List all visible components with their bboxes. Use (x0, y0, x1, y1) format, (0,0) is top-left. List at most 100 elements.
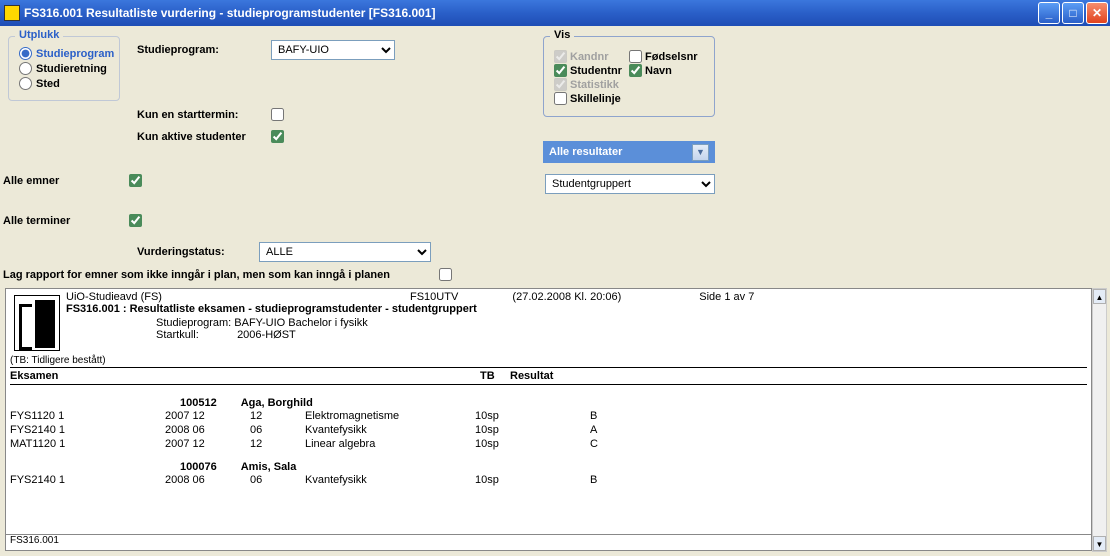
radio-studieretning[interactable]: Studieretning (19, 62, 109, 75)
col-resultat: Resultat (510, 370, 630, 382)
student2-name: Amis, Sala (241, 461, 297, 473)
radio-sted-label: Sted (36, 78, 60, 90)
report-sk-value: 2006-HØST (237, 329, 296, 341)
cell-mnd: 12 (250, 410, 305, 422)
radio-studieretning-input[interactable] (19, 62, 32, 75)
vis-legend: Vis (550, 29, 574, 41)
radio-studieprogram[interactable]: Studieprogram (19, 47, 109, 60)
cell-grade: B (590, 410, 630, 422)
cell-term: 2007 12 (165, 438, 250, 450)
student1-name: Aga, Borghild (241, 397, 313, 409)
cell-sp: 10sp (475, 410, 590, 422)
report-header: UiO-Studieavd (FS) FS10UTV (27.02.2008 K… (66, 289, 1091, 343)
app-icon (4, 5, 20, 21)
radio-sted[interactable]: Sted (19, 77, 109, 90)
fodselsnr-input[interactable] (629, 50, 642, 63)
cell-sp: 10sp (475, 474, 590, 486)
lag-rapport-label: Lag rapport for emner som ikke inngår i … (3, 269, 433, 281)
cell-term: 2007 12 (165, 410, 250, 422)
skillelinje-input[interactable] (554, 92, 567, 105)
kun-starttermin-row: Kun en starttermin: (137, 108, 284, 121)
utplukk-legend: Utplukk (15, 29, 63, 41)
radio-studieprogram-input[interactable] (19, 47, 32, 60)
skillelinje-label: Skillelinje (570, 93, 621, 105)
kun-aktive-label: Kun aktive studenter (137, 131, 265, 143)
alle-terminer-label: Alle terminer (3, 215, 123, 227)
lag-rapport-row: Lag rapport for emner som ikke inngår i … (3, 268, 452, 281)
navn-label: Navn (645, 65, 672, 77)
cell-mnd: 12 (250, 438, 305, 450)
alle-emner-row: Alle emner (3, 174, 142, 187)
cell-subj: Elektromagnetisme (305, 410, 475, 422)
fodselsnr-label: Fødselsnr (645, 51, 698, 63)
window-buttons: _ □ ✕ (1038, 2, 1108, 24)
kandnr-check[interactable]: Kandnr (554, 50, 629, 63)
alle-resultater-select[interactable]: Alle resultater ▼ (543, 141, 715, 163)
cell-code: FYS1120 1 (10, 410, 165, 422)
radio-sted-input[interactable] (19, 77, 32, 90)
titlebar: FS316.001 Resultatliste vurdering - stud… (0, 0, 1110, 26)
table-row: MAT1120 1 2007 12 12 Linear algebra 10sp… (10, 437, 1087, 451)
table-row: FYS1120 1 2007 12 12 Elektromagnetisme 1… (10, 409, 1087, 423)
report-area: UiO-Studieavd (FS) FS10UTV (27.02.2008 K… (5, 288, 1092, 551)
report-sk-label: Startkull: (156, 329, 234, 341)
kun-starttermin-checkbox[interactable] (271, 108, 284, 121)
radio-studieprogram-label: Studieprogram (36, 48, 114, 60)
cell-mnd: 06 (250, 474, 305, 486)
studieprogram-row: Studieprogram: BAFY-UIO (137, 40, 395, 60)
report-page: Side 1 av 7 (699, 291, 754, 303)
kun-starttermin-label: Kun en starttermin: (137, 109, 265, 121)
alle-resultater-value: Alle resultater (549, 146, 622, 158)
data-rows: 100512 Aga, Borghild FYS1120 1 2007 12 1… (10, 387, 1087, 487)
cell-mnd: 06 (250, 424, 305, 436)
studentgruppert-select[interactable]: Studentgruppert (545, 174, 715, 194)
status-bar: FS316.001 (6, 534, 1091, 550)
student1-nr: 100512 (180, 397, 217, 409)
studentnr-input[interactable] (554, 64, 567, 77)
col-tb: TB (480, 370, 510, 382)
cell-subj: Kvantefysikk (305, 424, 475, 436)
statistikk-check[interactable]: Statistikk (554, 78, 629, 91)
report-timestamp: (27.02.2008 Kl. 20:06) (512, 291, 621, 303)
cell-sp: 10sp (475, 438, 590, 450)
studentnr-label: Studentnr (570, 65, 622, 77)
minimize-button[interactable]: _ (1038, 2, 1060, 24)
window-title: FS316.001 Resultatliste vurdering - stud… (24, 6, 1038, 20)
maximize-button[interactable]: □ (1062, 2, 1084, 24)
form-area: Utplukk Studieprogram Studieretning Sted… (0, 26, 1110, 286)
studieprogram-label: Studieprogram: (137, 44, 265, 56)
report-sp-label: Studieprogram: (156, 317, 231, 329)
table-header: Eksamen TB Resultat (10, 367, 1087, 385)
alle-terminer-checkbox[interactable] (129, 214, 142, 227)
radio-studieretning-label: Studieretning (36, 63, 107, 75)
vurderingstatus-label: Vurderingstatus: (137, 246, 253, 258)
student2-nr: 100076 (180, 461, 217, 473)
studentnr-check[interactable]: Studentnr (554, 64, 629, 77)
report-sp-value: BAFY-UIO Bachelor i fysikk (234, 317, 367, 329)
lag-rapport-checkbox[interactable] (439, 268, 452, 281)
studentgruppert-row: Studentgruppert (545, 174, 715, 194)
kun-aktive-checkbox[interactable] (271, 130, 284, 143)
vertical-scrollbar[interactable] (1092, 288, 1107, 552)
student-header-1: 100512 Aga, Borghild (10, 397, 1087, 409)
fodselsnr-check[interactable]: Fødselsnr (629, 50, 704, 63)
skillelinje-check[interactable]: Skillelinje (554, 92, 629, 105)
cell-term: 2008 06 (165, 424, 250, 436)
report-title: FS316.001 : Resultatliste eksamen - stud… (66, 303, 1091, 315)
vis-fieldset: Vis Kandnr Studentnr Statistikk Skilleli… (543, 36, 715, 117)
cell-grade: A (590, 424, 630, 436)
vurderingstatus-select[interactable]: ALLE (259, 242, 431, 262)
tb-note: (TB: Tidligere bestått) (10, 355, 106, 366)
utplukk-fieldset: Utplukk Studieprogram Studieretning Sted (8, 36, 120, 101)
table-row: FYS2140 1 2008 06 06 Kvantefysikk 10sp A (10, 423, 1087, 437)
navn-input[interactable] (629, 64, 642, 77)
cell-grade: B (590, 474, 630, 486)
cell-grade: C (590, 438, 630, 450)
close-button[interactable]: ✕ (1086, 2, 1108, 24)
alle-emner-checkbox[interactable] (129, 174, 142, 187)
studieprogram-select[interactable]: BAFY-UIO (271, 40, 395, 60)
kandnr-label: Kandnr (570, 51, 609, 63)
kun-aktive-row: Kun aktive studenter (137, 130, 284, 143)
navn-check[interactable]: Navn (629, 64, 704, 77)
cell-code: FYS2140 1 (10, 474, 165, 486)
